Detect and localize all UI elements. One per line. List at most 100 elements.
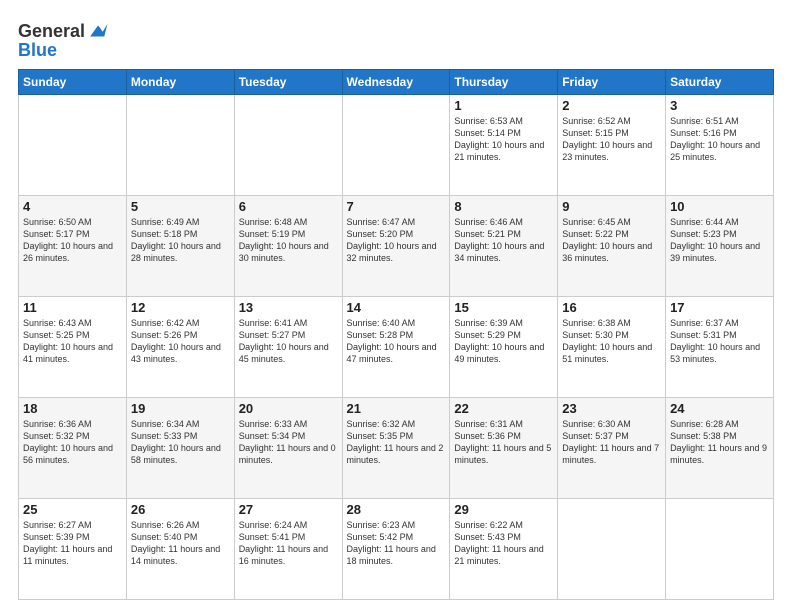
calendar-table: SundayMondayTuesdayWednesdayThursdayFrid… <box>18 69 774 600</box>
day-number: 19 <box>131 401 230 416</box>
weekday-header-tuesday: Tuesday <box>234 70 342 95</box>
day-info: Sunrise: 6:49 AMSunset: 5:18 PMDaylight:… <box>131 216 230 265</box>
day-number: 12 <box>131 300 230 315</box>
day-number: 10 <box>670 199 769 214</box>
day-info: Sunrise: 6:28 AMSunset: 5:38 PMDaylight:… <box>670 418 769 467</box>
day-number: 26 <box>131 502 230 517</box>
day-number: 28 <box>347 502 446 517</box>
calendar-cell: 24 Sunrise: 6:28 AMSunset: 5:38 PMDayligh… <box>666 398 774 499</box>
day-number: 3 <box>670 98 769 113</box>
day-info: Sunrise: 6:23 AMSunset: 5:42 PMDaylight:… <box>347 519 446 568</box>
day-info: Sunrise: 6:48 AMSunset: 5:19 PMDaylight:… <box>239 216 338 265</box>
calendar-cell <box>558 499 666 600</box>
logo-general-text: General <box>18 21 85 42</box>
day-number: 17 <box>670 300 769 315</box>
day-number: 22 <box>454 401 553 416</box>
calendar-cell: 2 Sunrise: 6:52 AMSunset: 5:15 PMDaylight… <box>558 95 666 196</box>
logo-blue-text: Blue <box>18 40 109 61</box>
weekday-header-saturday: Saturday <box>666 70 774 95</box>
calendar-cell: 6Sunrise: 6:48 AMSunset: 5:19 PMDaylight… <box>234 196 342 297</box>
calendar-week-row: 4 Sunrise: 6:50 AMSunset: 5:17 PMDaylight… <box>19 196 774 297</box>
day-number: 16 <box>562 300 661 315</box>
weekday-header-monday: Monday <box>126 70 234 95</box>
day-number: 25 <box>23 502 122 517</box>
day-info: Sunrise: 6:27 AMSunset: 5:39 PMDaylight:… <box>23 519 122 568</box>
day-number: 9 <box>562 199 661 214</box>
weekday-header-thursday: Thursday <box>450 70 558 95</box>
calendar-cell: 19 Sunrise: 6:34 AMSunset: 5:33 PMDayligh… <box>126 398 234 499</box>
page: General Blue SundayMondayTuesdayWednesda… <box>0 0 792 612</box>
day-number: 27 <box>239 502 338 517</box>
calendar-cell: 14 Sunrise: 6:40 AMSunset: 5:28 PMDayligh… <box>342 297 450 398</box>
weekday-header-friday: Friday <box>558 70 666 95</box>
calendar-cell: 17 Sunrise: 6:37 AMSunset: 5:31 PMDayligh… <box>666 297 774 398</box>
calendar-cell <box>666 499 774 600</box>
day-number: 7 <box>347 199 446 214</box>
day-info: Sunrise: 6:53 AMSunset: 5:14 PMDaylight:… <box>454 115 553 164</box>
calendar-cell: 9 Sunrise: 6:45 AMSunset: 5:22 PMDaylight… <box>558 196 666 297</box>
calendar-cell: 21 Sunrise: 6:32 AMSunset: 5:35 PMDayligh… <box>342 398 450 499</box>
calendar-cell <box>342 95 450 196</box>
day-number: 21 <box>347 401 446 416</box>
calendar-week-row: 18Sunrise: 6:36 AMSunset: 5:32 PMDayligh… <box>19 398 774 499</box>
day-number: 11 <box>23 300 122 315</box>
calendar-cell: 10Sunrise: 6:44 AMSunset: 5:23 PMDayligh… <box>666 196 774 297</box>
calendar-cell: 25 Sunrise: 6:27 AMSunset: 5:39 PMDayligh… <box>19 499 127 600</box>
day-info: Sunrise: 6:46 AMSunset: 5:21 PMDaylight:… <box>454 216 553 265</box>
day-info: Sunrise: 6:32 AMSunset: 5:35 PMDaylight:… <box>347 418 446 467</box>
calendar-cell: 4 Sunrise: 6:50 AMSunset: 5:17 PMDaylight… <box>19 196 127 297</box>
day-info: Sunrise: 6:24 AMSunset: 5:41 PMDaylight:… <box>239 519 338 568</box>
day-info: Sunrise: 6:37 AMSunset: 5:31 PMDaylight:… <box>670 317 769 366</box>
calendar-cell: 1 Sunrise: 6:53 AMSunset: 5:14 PMDaylight… <box>450 95 558 196</box>
weekday-header-wednesday: Wednesday <box>342 70 450 95</box>
calendar-cell: 20Sunrise: 6:33 AMSunset: 5:34 PMDayligh… <box>234 398 342 499</box>
day-info: Sunrise: 6:30 AMSunset: 5:37 PMDaylight:… <box>562 418 661 467</box>
day-number: 14 <box>347 300 446 315</box>
day-info: Sunrise: 6:36 AMSunset: 5:32 PMDaylight:… <box>23 418 122 467</box>
day-info: Sunrise: 6:31 AMSunset: 5:36 PMDaylight:… <box>454 418 553 467</box>
day-info: Sunrise: 6:39 AMSunset: 5:29 PMDaylight:… <box>454 317 553 366</box>
calendar-cell <box>234 95 342 196</box>
calendar-cell: 23 Sunrise: 6:30 AMSunset: 5:37 PMDayligh… <box>558 398 666 499</box>
day-number: 23 <box>562 401 661 416</box>
day-number: 1 <box>454 98 553 113</box>
day-number: 2 <box>562 98 661 113</box>
day-info: Sunrise: 6:47 AMSunset: 5:20 PMDaylight:… <box>347 216 446 265</box>
calendar-cell: 26 Sunrise: 6:26 AMSunset: 5:40 PMDayligh… <box>126 499 234 600</box>
calendar-cell <box>126 95 234 196</box>
day-info: Sunrise: 6:52 AMSunset: 5:15 PMDaylight:… <box>562 115 661 164</box>
calendar-cell: 11 Sunrise: 6:43 AMSunset: 5:25 PMDayligh… <box>19 297 127 398</box>
calendar-week-row: 25 Sunrise: 6:27 AMSunset: 5:39 PMDayligh… <box>19 499 774 600</box>
day-info: Sunrise: 6:50 AMSunset: 5:17 PMDaylight:… <box>23 216 122 265</box>
calendar-week-row: 11 Sunrise: 6:43 AMSunset: 5:25 PMDayligh… <box>19 297 774 398</box>
weekday-header-row: SundayMondayTuesdayWednesdayThursdayFrid… <box>19 70 774 95</box>
day-number: 24 <box>670 401 769 416</box>
calendar-cell: 7 Sunrise: 6:47 AMSunset: 5:20 PMDaylight… <box>342 196 450 297</box>
day-info: Sunrise: 6:40 AMSunset: 5:28 PMDaylight:… <box>347 317 446 366</box>
calendar-cell: 18Sunrise: 6:36 AMSunset: 5:32 PMDayligh… <box>19 398 127 499</box>
calendar-cell <box>19 95 127 196</box>
day-info: Sunrise: 6:41 AMSunset: 5:27 PMDaylight:… <box>239 317 338 366</box>
calendar-cell: 5Sunrise: 6:49 AMSunset: 5:18 PMDaylight… <box>126 196 234 297</box>
calendar-cell: 27 Sunrise: 6:24 AMSunset: 5:41 PMDayligh… <box>234 499 342 600</box>
day-number: 4 <box>23 199 122 214</box>
header: General Blue <box>18 16 774 61</box>
day-info: Sunrise: 6:33 AMSunset: 5:34 PMDaylight:… <box>239 418 338 467</box>
calendar-cell: 12Sunrise: 6:42 AMSunset: 5:26 PMDayligh… <box>126 297 234 398</box>
day-number: 13 <box>239 300 338 315</box>
calendar-cell: 8Sunrise: 6:46 AMSunset: 5:21 PMDaylight… <box>450 196 558 297</box>
calendar-cell: 29 Sunrise: 6:22 AMSunset: 5:43 PMDayligh… <box>450 499 558 600</box>
calendar-cell: 22 Sunrise: 6:31 AMSunset: 5:36 PMDayligh… <box>450 398 558 499</box>
calendar-cell: 28 Sunrise: 6:23 AMSunset: 5:42 PMDayligh… <box>342 499 450 600</box>
calendar-cell: 16Sunrise: 6:38 AMSunset: 5:30 PMDayligh… <box>558 297 666 398</box>
day-info: Sunrise: 6:26 AMSunset: 5:40 PMDaylight:… <box>131 519 230 568</box>
weekday-header-sunday: Sunday <box>19 70 127 95</box>
calendar-week-row: 1 Sunrise: 6:53 AMSunset: 5:14 PMDaylight… <box>19 95 774 196</box>
day-info: Sunrise: 6:22 AMSunset: 5:43 PMDaylight:… <box>454 519 553 568</box>
day-info: Sunrise: 6:45 AMSunset: 5:22 PMDaylight:… <box>562 216 661 265</box>
logo: General Blue <box>18 20 109 61</box>
calendar-cell: 13 Sunrise: 6:41 AMSunset: 5:27 PMDayligh… <box>234 297 342 398</box>
day-number: 29 <box>454 502 553 517</box>
day-info: Sunrise: 6:34 AMSunset: 5:33 PMDaylight:… <box>131 418 230 467</box>
day-info: Sunrise: 6:43 AMSunset: 5:25 PMDaylight:… <box>23 317 122 366</box>
